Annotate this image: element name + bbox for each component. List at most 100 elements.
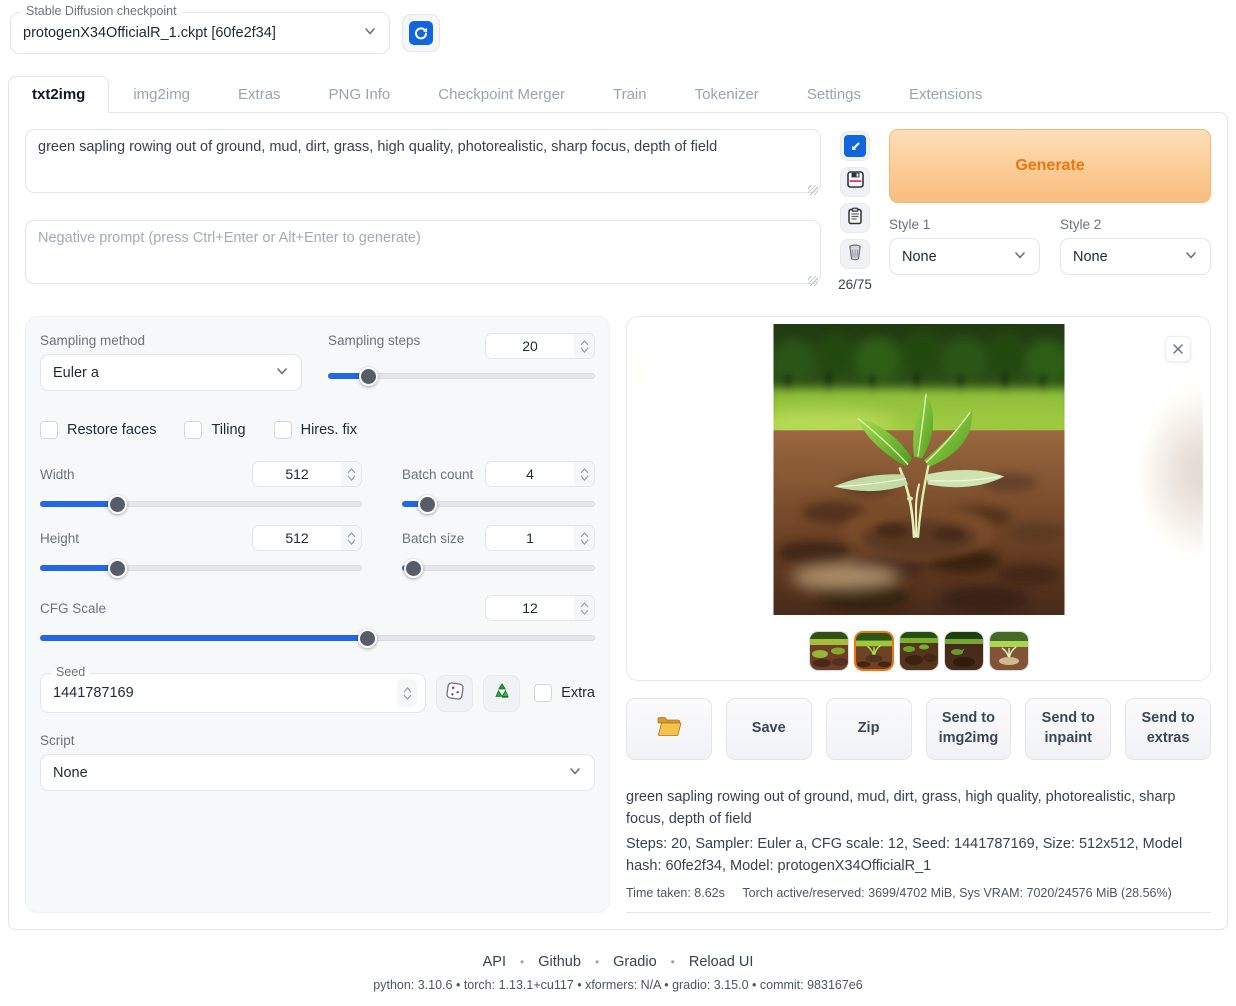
trash-icon: [846, 243, 864, 266]
refresh-checkpoints-button[interactable]: [402, 14, 440, 52]
resize-grip-icon[interactable]: [808, 185, 818, 195]
size-column: Width 512: [40, 453, 362, 577]
tab-extensions[interactable]: Extensions: [885, 76, 1006, 113]
thumbnail-1[interactable]: [809, 631, 849, 671]
generated-image[interactable]: [773, 324, 1064, 615]
width-label: Width: [40, 467, 75, 482]
time-taken: Time taken: 8.62s: [626, 886, 725, 900]
sampling-steps-input[interactable]: 20: [485, 333, 595, 359]
spinner-arrows-icon[interactable]: [574, 462, 594, 486]
footer-link-gradio[interactable]: Gradio: [613, 954, 657, 970]
save-button[interactable]: Save: [726, 698, 812, 760]
batch-count-slider[interactable]: [402, 495, 595, 513]
save-style-button[interactable]: [840, 167, 870, 197]
tab-extras[interactable]: Extras: [214, 76, 305, 113]
hires-fix-label: Hires. fix: [301, 422, 357, 438]
thumbnail-4[interactable]: [944, 631, 984, 671]
spinner-arrows-icon[interactable]: [341, 462, 361, 486]
sampling-row: Sampling method Euler a Sampling steps 2…: [40, 333, 595, 391]
footer-links: API•Github•Gradio•Reload UI: [8, 954, 1228, 970]
tiling-checkbox[interactable]: Tiling: [184, 421, 245, 439]
script-value: None: [53, 765, 568, 781]
spinner-arrows-icon[interactable]: [341, 526, 361, 550]
batch-size-group: Batch size 1: [402, 525, 595, 577]
checkpoint-label: Stable Diffusion checkpoint: [21, 4, 182, 18]
tab-png-info[interactable]: PNG Info: [305, 76, 415, 113]
batch-count-value: 4: [486, 466, 574, 482]
send-to-img2img-button[interactable]: Send to img2img: [926, 698, 1012, 760]
tab-settings[interactable]: Settings: [783, 76, 885, 113]
footer-versions: python: 3.10.6 • torch: 1.13.1+cu117 • x…: [8, 978, 1228, 992]
thumbnail-2-selected[interactable]: [854, 631, 894, 671]
refresh-icon: [409, 21, 433, 45]
send-to-extras-button[interactable]: Send to extras: [1125, 698, 1211, 760]
zip-button[interactable]: Zip: [826, 698, 912, 760]
style2-select[interactable]: None: [1060, 238, 1211, 275]
reuse-seed-button[interactable]: [483, 675, 520, 712]
clipboard-icon: [846, 207, 864, 230]
extra-seed-checkbox[interactable]: Extra: [534, 684, 595, 702]
checkbox-icon: [40, 421, 58, 439]
spinner-arrows-icon[interactable]: [574, 334, 594, 358]
tab-img2img[interactable]: img2img: [109, 76, 214, 113]
sampling-steps-value: 20: [486, 338, 574, 354]
width-slider[interactable]: [40, 495, 362, 513]
thumbnail-5[interactable]: [989, 631, 1029, 671]
chevron-down-icon: [1013, 248, 1027, 266]
seed-input[interactable]: Seed 1441787169: [40, 673, 426, 713]
batch-size-input[interactable]: 1: [485, 525, 595, 551]
tab-tokenizer[interactable]: Tokenizer: [671, 76, 783, 113]
apply-style-button[interactable]: [840, 203, 870, 233]
close-icon: [1172, 343, 1184, 355]
send-to-inpaint-button[interactable]: Send to inpaint: [1025, 698, 1111, 760]
sampling-steps-group: Sampling steps 20: [328, 333, 595, 391]
sampling-method-label: Sampling method: [40, 333, 302, 348]
negative-prompt-wrap: [25, 220, 821, 289]
batch-count-input[interactable]: 4: [485, 461, 595, 487]
settings-panel: Sampling method Euler a Sampling steps 2…: [25, 316, 610, 913]
script-label: Script: [40, 733, 595, 748]
width-input[interactable]: 512: [252, 461, 362, 487]
prompt-input[interactable]: green sapling rowing out of ground, mud,…: [25, 129, 821, 193]
checkpoint-value: protogenX34OfficialR_1.ckpt [60fe2f34]: [23, 25, 363, 41]
read-generation-params-button[interactable]: [840, 131, 870, 161]
restore-faces-checkbox[interactable]: Restore faces: [40, 421, 156, 439]
footer-link-api[interactable]: API: [483, 954, 506, 970]
spinner-arrows-icon[interactable]: [574, 526, 594, 550]
cfg-scale-input[interactable]: 12: [485, 595, 595, 621]
batch-size-slider[interactable]: [402, 559, 595, 577]
cfg-scale-slider[interactable]: [40, 629, 595, 647]
spinner-arrows-icon[interactable]: [397, 679, 417, 707]
tab-checkpoint-merger[interactable]: Checkpoint Merger: [414, 76, 589, 113]
open-folder-button[interactable]: [626, 698, 712, 760]
style1-label: Style 1: [889, 217, 1040, 232]
checkpoint-dropdown[interactable]: Stable Diffusion checkpoint protogenX34O…: [10, 12, 390, 54]
footer: API•Github•Gradio•Reload UI python: 3.10…: [8, 930, 1228, 1006]
negative-prompt-input[interactable]: [25, 220, 821, 284]
result-gallery: [626, 316, 1211, 681]
floppy-disk-icon: [846, 170, 865, 194]
random-seed-button[interactable]: [436, 675, 473, 712]
spinner-arrows-icon[interactable]: [574, 596, 594, 620]
script-select[interactable]: None: [40, 754, 595, 791]
sampling-method-select[interactable]: Euler a: [40, 354, 302, 391]
tab-txt2img[interactable]: txt2img: [8, 76, 109, 113]
close-gallery-button[interactable]: [1165, 336, 1191, 362]
style1-select[interactable]: None: [889, 238, 1040, 275]
chevron-down-icon: [363, 24, 377, 43]
footer-link-reload-ui[interactable]: Reload UI: [689, 954, 753, 970]
height-slider[interactable]: [40, 559, 362, 577]
seed-value: 1441787169: [53, 685, 397, 701]
thumbnail-3[interactable]: [899, 631, 939, 671]
resize-grip-icon[interactable]: [808, 276, 818, 286]
sampling-steps-slider[interactable]: [328, 367, 595, 385]
sampling-method-value: Euler a: [53, 365, 275, 381]
footer-link-github[interactable]: Github: [538, 954, 581, 970]
hires-fix-checkbox[interactable]: Hires. fix: [274, 421, 357, 439]
height-input[interactable]: 512: [252, 525, 362, 551]
clear-prompt-button[interactable]: [840, 239, 870, 269]
generate-button[interactable]: Generate: [889, 129, 1211, 203]
tab-train[interactable]: Train: [589, 76, 671, 113]
output-buttons-row: Save Zip Send to img2img Send to inpaint…: [626, 698, 1211, 760]
cfg-scale-label: CFG Scale: [40, 601, 106, 616]
